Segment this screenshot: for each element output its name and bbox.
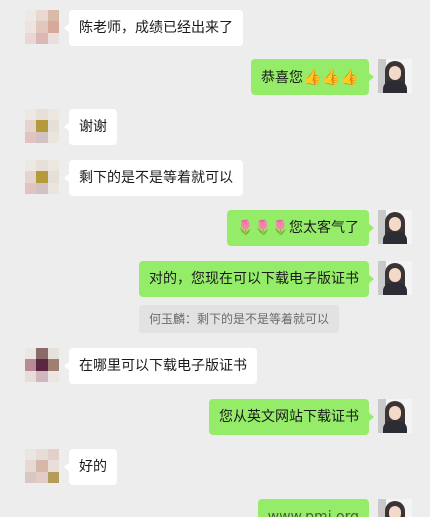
message-bubble-incoming[interactable]: 好的 <box>64 449 117 485</box>
message-bubble-outgoing[interactable]: 您从英文网站下载证书 <box>209 399 374 435</box>
my-avatar[interactable] <box>378 399 412 433</box>
tulip-emoji-icon: 🌷🌷🌷 <box>236 220 289 236</box>
contact-avatar[interactable] <box>25 109 59 143</box>
contact-avatar[interactable] <box>25 10 59 44</box>
message-bubble-incoming[interactable]: 在哪里可以下载电子版证书 <box>64 348 257 384</box>
message-text: 在哪里可以下载电子版证书 <box>79 358 247 374</box>
message-text: 谢谢 <box>79 119 107 135</box>
message-text: 对的，您现在可以下载电子版证书 <box>149 271 359 287</box>
message-text: 恭喜您 <box>260 70 303 86</box>
quoted-text: 何玉麟：剩下的是不是等着就可以 <box>148 312 329 326</box>
message-text: www.pmi.org <box>267 509 359 517</box>
message-text: 您从英文网站下载证书 <box>219 409 359 425</box>
contact-avatar[interactable] <box>25 160 59 194</box>
contact-avatar[interactable] <box>25 348 59 382</box>
my-avatar[interactable] <box>378 499 412 517</box>
quoted-message[interactable]: 何玉麟：剩下的是不是等着就可以 <box>138 305 339 333</box>
message-bubble-outgoing[interactable]: 🌷🌷🌷您太客气了 <box>226 210 375 246</box>
message-bubble-incoming[interactable]: 谢谢 <box>64 109 117 145</box>
message-bubble-outgoing[interactable]: 恭喜您👍👍👍 <box>250 59 375 95</box>
message-text: 好的 <box>79 459 107 475</box>
thumbs-up-emoji-icon: 👍👍👍 <box>302 68 359 86</box>
message-text: 您太客气了 <box>289 220 359 236</box>
my-avatar[interactable] <box>378 59 412 93</box>
message-text: 剩下的是不是等着就可以 <box>79 170 233 186</box>
contact-avatar[interactable] <box>25 449 59 483</box>
my-avatar[interactable] <box>378 261 412 295</box>
message-bubble-outgoing[interactable]: 对的，您现在可以下载电子版证书 <box>139 261 374 297</box>
message-bubble-incoming[interactable]: 陈老师，成绩已经出来了 <box>64 10 243 46</box>
message-bubble-incoming[interactable]: 剩下的是不是等着就可以 <box>64 160 243 196</box>
message-bubble-outgoing[interactable]: www.pmi.org <box>257 499 369 517</box>
message-text: 陈老师，成绩已经出来了 <box>79 20 233 36</box>
my-avatar[interactable] <box>378 210 412 244</box>
